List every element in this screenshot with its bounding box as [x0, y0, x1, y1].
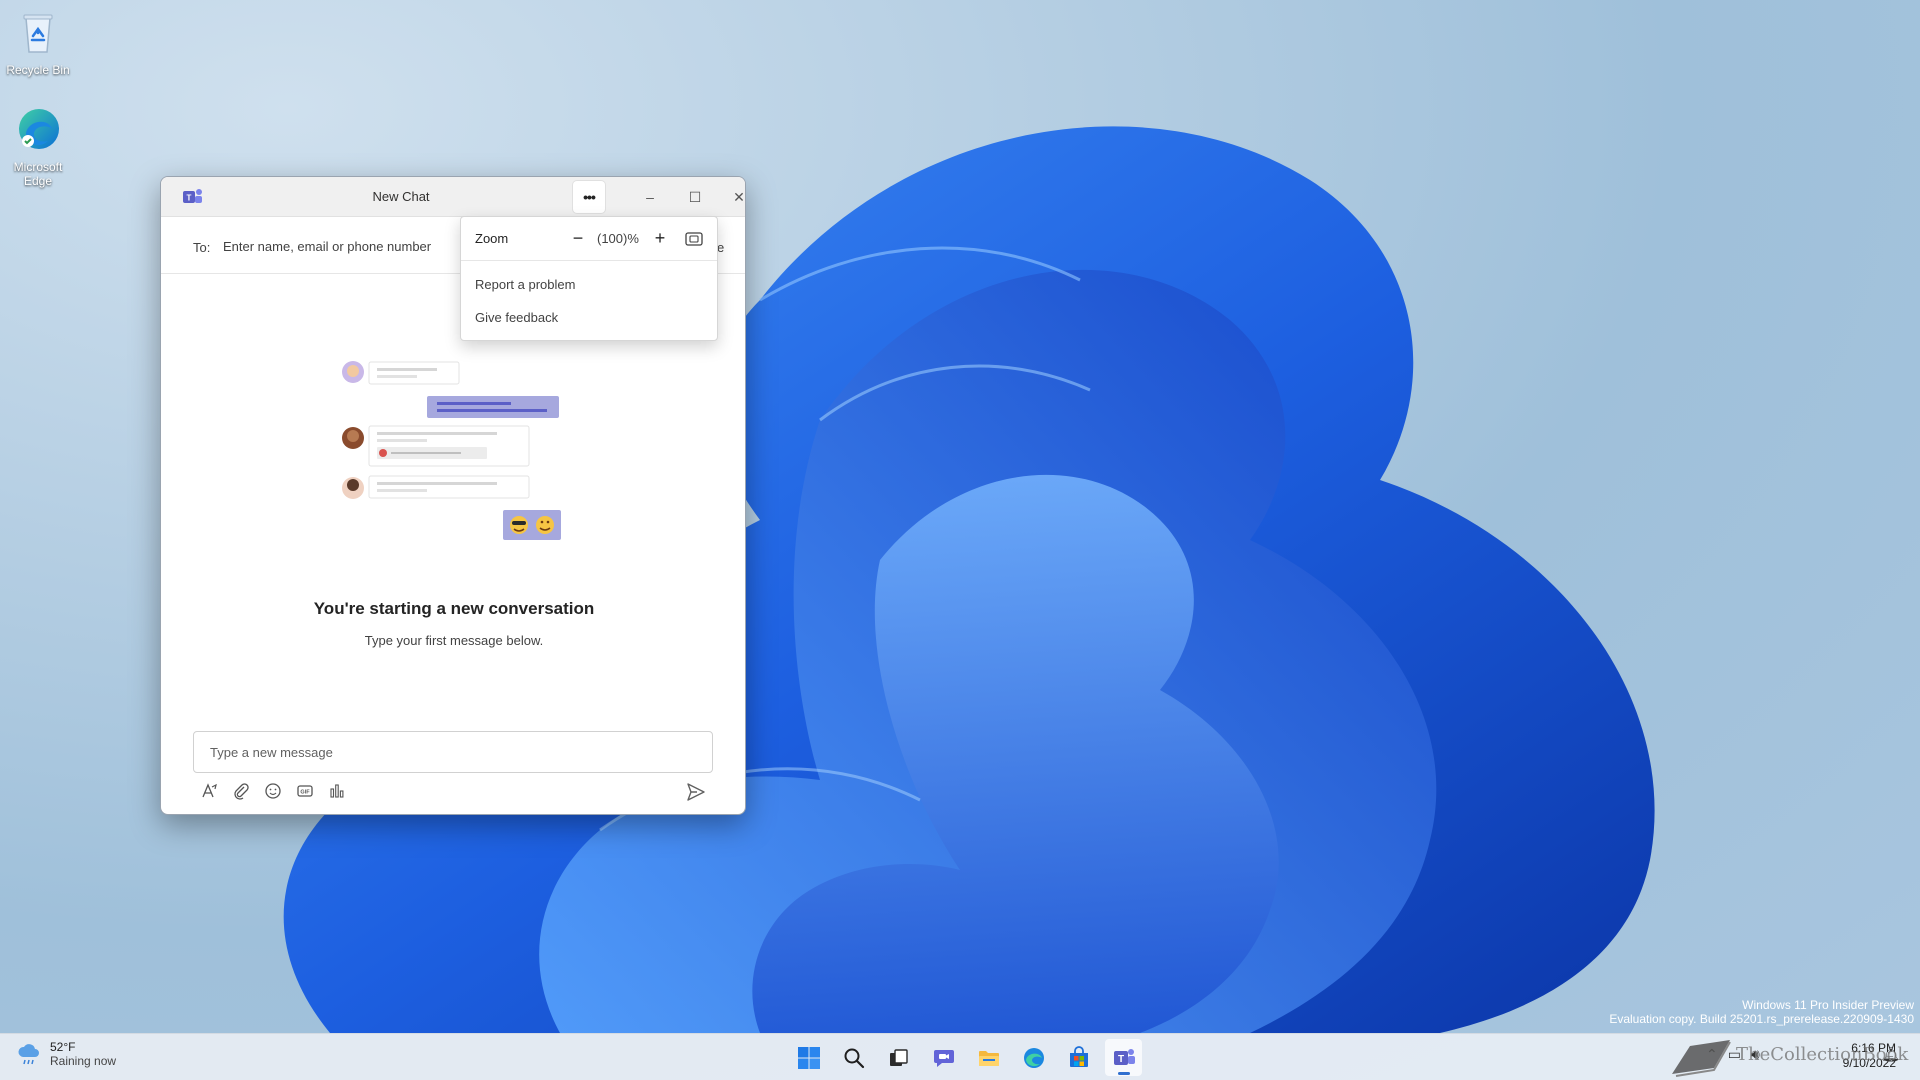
taskbar-file-explorer-button[interactable] — [970, 1039, 1007, 1076]
title-bar[interactable]: T New Chat ••• – ☐ ✕ — [161, 177, 745, 217]
desktop-icon-microsoft-edge[interactable]: Microsoft Edge — [0, 105, 76, 188]
recipient-row-trailing-text: e — [717, 240, 725, 255]
weather-condition: Raining now — [50, 1054, 117, 1068]
taskbar-teams-button[interactable]: T — [1105, 1039, 1142, 1076]
taskbar-search-button[interactable] — [835, 1039, 872, 1076]
poll-button[interactable] — [327, 781, 347, 801]
evaluation-watermark: Windows 11 Pro Insider Preview Evaluatio… — [1609, 998, 1914, 1026]
brand-text: TheCollectionBook — [1736, 1044, 1909, 1065]
edge-label: Microsoft Edge — [13, 160, 63, 188]
watermark-line-2: Evaluation copy. Build 25201.rs_prerelea… — [1609, 1012, 1914, 1026]
zoom-label: Zoom — [475, 231, 509, 246]
edge-icon — [19, 109, 59, 149]
minus-icon: − — [572, 227, 584, 248]
compose-toolbar: GIF — [199, 781, 347, 801]
watermark-line-1: Windows 11 Pro Insider Preview — [1742, 998, 1914, 1012]
weather-widget[interactable]: 52°F Raining now — [16, 1040, 116, 1068]
emoji-button[interactable] — [263, 781, 283, 801]
chat-icon — [933, 1049, 954, 1067]
conversation-illustration — [342, 361, 561, 540]
maximize-icon: ☐ — [688, 188, 702, 205]
desktop-icon-recycle-bin[interactable]: Recycle Bin — [0, 8, 76, 77]
send-icon — [687, 783, 705, 801]
menu-item-give-feedback[interactable]: Give feedback — [475, 310, 558, 325]
empty-state-heading: You're starting a new conversation — [313, 599, 595, 618]
paperclip-icon — [234, 783, 249, 800]
to-label: To: — [193, 240, 211, 255]
minimize-button[interactable]: – — [636, 185, 664, 209]
store-icon — [1069, 1045, 1088, 1067]
message-compose-box[interactable] — [193, 731, 713, 773]
attach-button[interactable] — [231, 781, 251, 801]
more-options-menu: Zoom − (100)% + Report a problem Give fe… — [460, 216, 718, 341]
taskbar-edge-button[interactable] — [1015, 1039, 1052, 1076]
svg-text:GIF: GIF — [300, 790, 310, 796]
gif-icon: GIF — [297, 785, 313, 797]
empty-state-subtext: Type your first message below. — [364, 633, 544, 648]
plus-icon: + — [654, 227, 666, 248]
menu-item-report-problem[interactable]: Report a problem — [475, 277, 575, 292]
task-view-icon — [889, 1048, 908, 1066]
maximize-button[interactable]: ☐ — [681, 185, 709, 209]
minimize-icon: – — [646, 189, 654, 205]
emoji-icon — [265, 783, 281, 799]
format-icon — [202, 783, 217, 798]
edge-icon — [1023, 1047, 1044, 1068]
send-button[interactable] — [685, 781, 707, 803]
folder-icon — [978, 1050, 999, 1066]
zoom-row: Zoom − (100)% + — [461, 217, 717, 261]
recycle-bin-icon — [23, 14, 53, 53]
teams-icon: T — [1113, 1048, 1135, 1065]
window-title: New Chat — [372, 189, 430, 204]
windows-start-icon — [797, 1046, 820, 1069]
close-icon: ✕ — [733, 188, 745, 205]
zoom-value: (100)% — [597, 231, 639, 246]
message-input[interactable] — [194, 732, 712, 772]
close-button[interactable]: ✕ — [725, 185, 745, 209]
zoom-out-button[interactable]: − — [567, 227, 589, 249]
taskbar-task-view-button[interactable] — [880, 1039, 917, 1076]
taskbar: 52°F Raining now T ▭ 🔊︎ 6:16 PM 9/10/202… — [0, 1033, 1920, 1080]
format-button[interactable] — [199, 781, 219, 801]
fit-to-window-icon[interactable] — [683, 228, 705, 250]
poll-icon — [330, 784, 344, 798]
zoom-in-button[interactable]: + — [649, 227, 671, 249]
taskbar-apps: T — [790, 1039, 1142, 1076]
more-options-button[interactable]: ••• — [573, 181, 605, 213]
recycle-bin-label: Recycle Bin — [6, 63, 70, 77]
taskbar-chat-button[interactable] — [925, 1039, 962, 1076]
recipient-input[interactable] — [223, 233, 463, 259]
search-icon — [844, 1048, 864, 1068]
taskbar-start-button[interactable] — [790, 1039, 827, 1076]
gif-button[interactable]: GIF — [295, 781, 315, 801]
weather-temperature: 52°F — [50, 1040, 76, 1054]
taskbar-store-button[interactable] — [1060, 1039, 1097, 1076]
rain-cloud-icon — [18, 1044, 39, 1065]
svg-text:T: T — [1117, 1054, 1123, 1065]
